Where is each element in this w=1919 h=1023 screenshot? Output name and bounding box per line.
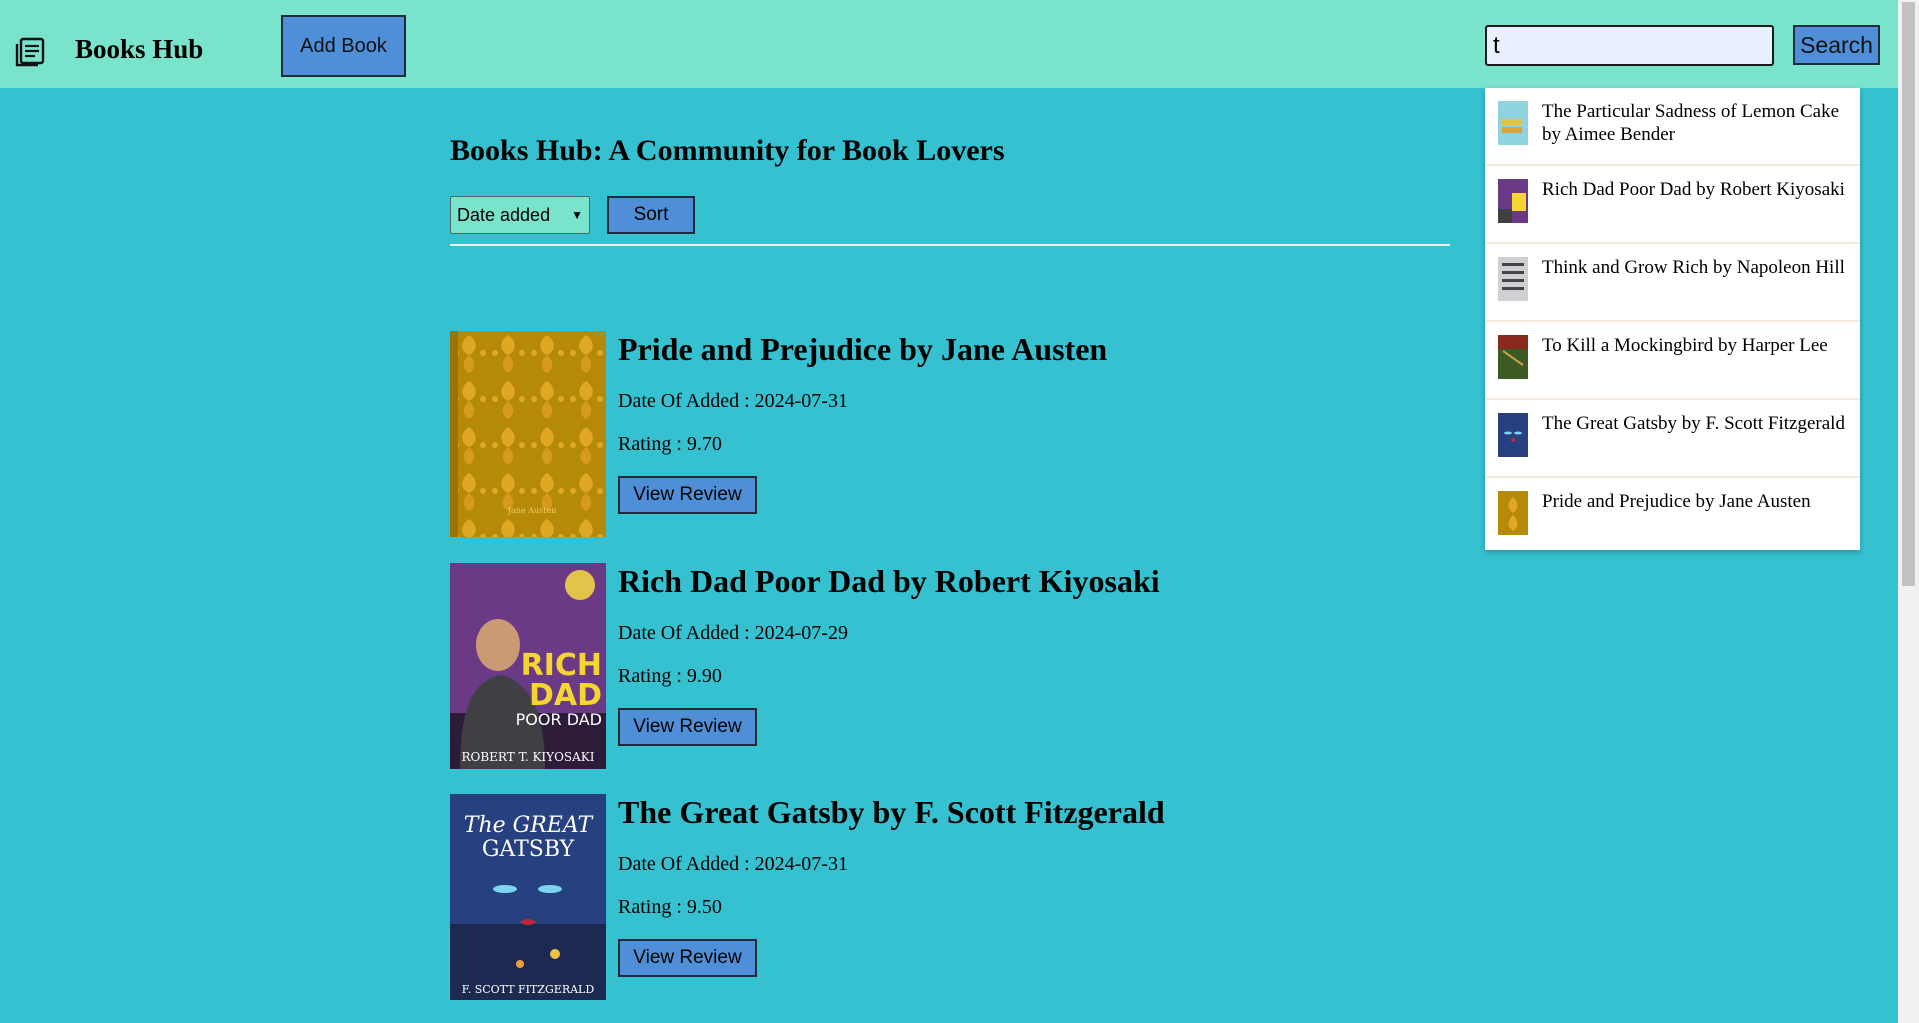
page-title: Books Hub: A Community for Book Lovers <box>450 134 1005 167</box>
book-cover-image: The GREAT GATSBY F. SCOTT FITZGERALD <box>450 794 606 1000</box>
suggestion-item[interactable]: Rich Dad Poor Dad by Robert Kiyosaki <box>1485 166 1860 244</box>
add-book-button[interactable]: Add Book <box>281 15 406 77</box>
divider <box>450 244 1450 246</box>
cover-poordad-text: POOR DAD <box>516 710 602 729</box>
book-rating: Rating : 9.90 <box>618 665 722 687</box>
sort-select-value: Date added <box>457 204 551 225</box>
suggestion-thumbnail <box>1498 257 1528 301</box>
suggestion-text: To Kill a Mockingbird by Harper Lee <box>1542 335 1828 356</box>
page-scrollbar[interactable] <box>1898 0 1919 1023</box>
search-button[interactable]: Search <box>1793 25 1880 65</box>
view-review-button[interactable]: View Review <box>618 939 757 977</box>
book-title: Pride and Prejudice by Jane Austen <box>618 331 1108 367</box>
view-review-button[interactable]: View Review <box>618 708 757 746</box>
book-card: The GREAT GATSBY F. SCOTT FITZGERALD The… <box>450 794 1165 1000</box>
cover-author-text: F. SCOTT FITZGERALD <box>462 983 595 996</box>
suggestion-text: Pride and Prejudice by Jane Austen <box>1542 491 1811 512</box>
book-title: Rich Dad Poor Dad by Robert Kiyosaki <box>618 563 1160 599</box>
suggestion-text: The Great Gatsby by F. Scott Fitzgerald <box>1542 413 1845 434</box>
search-suggestions-dropdown: The Particular Sadness of Lemon Cake by … <box>1485 88 1860 550</box>
book-card: Jane Austen Pride and Prejudice by Jane … <box>450 331 1150 537</box>
suggestion-thumbnail <box>1498 179 1528 223</box>
suggestion-item[interactable]: The Particular Sadness of Lemon Cake by … <box>1485 88 1860 166</box>
book-card: RICH DAD POOR DAD ROBERT T. KIYOSAKI Ric… <box>450 563 1160 769</box>
suggestion-text: Think and Grow Rich by Napoleon Hill <box>1542 257 1845 278</box>
chevron-down-icon: ▼ <box>571 208 583 222</box>
book-date: Date Of Added : 2024-07-31 <box>618 390 848 412</box>
book-date: Date Of Added : 2024-07-29 <box>618 622 848 644</box>
book-title: The Great Gatsby by F. Scott Fitzgerald <box>618 794 1165 830</box>
book-logo-icon <box>15 37 45 67</box>
suggestion-text: The Particular Sadness of Lemon Cake by … <box>1542 101 1840 145</box>
suggestion-thumbnail <box>1498 491 1528 535</box>
scrollbar-thumb[interactable] <box>1902 2 1915 586</box>
cover-title-line1: The GREAT <box>464 813 595 838</box>
cover-author-text: Jane Austen <box>507 506 557 515</box>
suggestion-item[interactable]: Think and Grow Rich by Napoleon Hill <box>1485 244 1860 322</box>
brand-title[interactable]: Books Hub <box>75 34 203 65</box>
book-rating: Rating : 9.50 <box>618 896 722 918</box>
suggestion-item[interactable]: Pride and Prejudice by Jane Austen <box>1485 478 1860 554</box>
view-review-button[interactable]: View Review <box>618 476 757 514</box>
suggestion-text: Rich Dad Poor Dad by Robert Kiyosaki <box>1542 179 1845 200</box>
suggestion-item[interactable]: To Kill a Mockingbird by Harper Lee <box>1485 322 1860 400</box>
cover-title-line2: GATSBY <box>482 837 575 862</box>
search-input[interactable] <box>1485 25 1774 66</box>
suggestion-thumbnail <box>1498 335 1528 379</box>
suggestion-item[interactable]: The Great Gatsby by F. Scott Fitzgerald <box>1485 400 1860 478</box>
book-date: Date Of Added : 2024-07-31 <box>618 853 848 875</box>
suggestion-thumbnail <box>1498 413 1528 457</box>
sort-select[interactable]: Date added ▼ <box>450 196 590 234</box>
cover-author-text: ROBERT T. KIYOSAKI <box>461 750 594 764</box>
book-cover-image: Jane Austen <box>450 331 606 537</box>
sort-button[interactable]: Sort <box>607 196 695 234</box>
book-rating: Rating : 9.70 <box>618 433 722 455</box>
suggestion-thumbnail <box>1498 101 1528 145</box>
navbar: Books Hub Add Book Search <box>0 0 1898 88</box>
book-cover-image: RICH DAD POOR DAD ROBERT T. KIYOSAKI <box>450 563 606 769</box>
cover-dad-text: DAD <box>529 678 602 713</box>
